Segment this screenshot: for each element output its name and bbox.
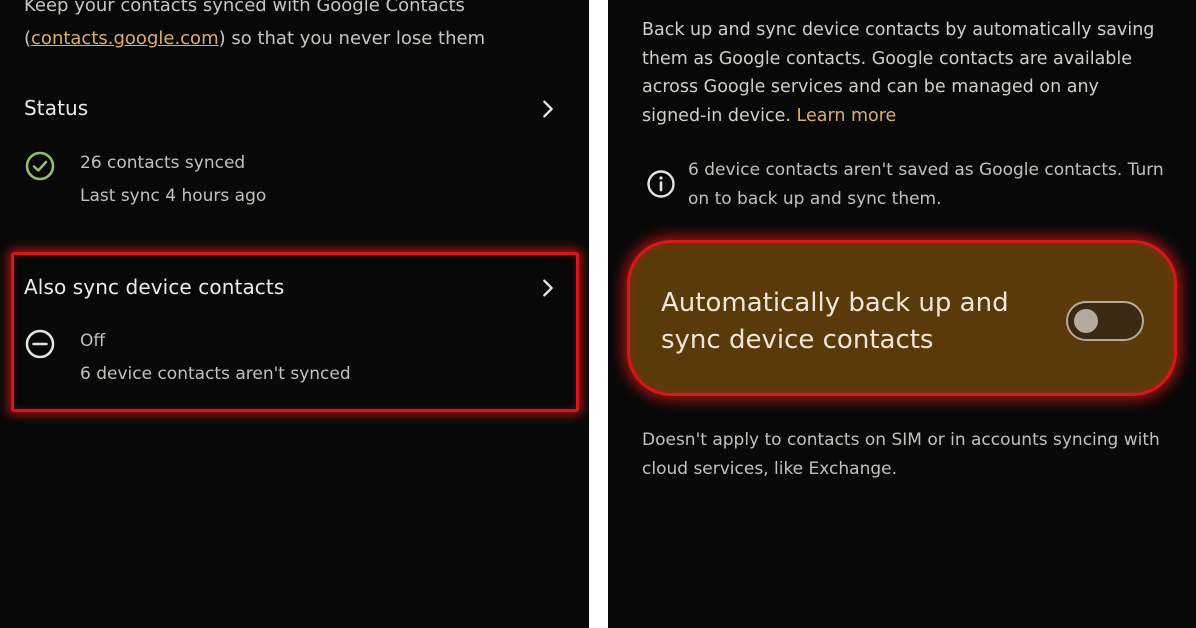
auto-backup-toggle-card[interactable]: Automatically back up and sync device co…	[627, 240, 1177, 396]
intro-open-paren: (	[24, 28, 32, 49]
synced-count: 26 contacts synced	[80, 153, 246, 173]
description-text: Back up and sync device contacts by auto…	[642, 20, 1155, 126]
device-sync-detail: 6 device contacts aren't synced	[80, 364, 351, 384]
description: Back up and sync device contacts by auto…	[642, 16, 1162, 130]
contacts-google-link[interactable]: contacts.google.com	[31, 28, 219, 49]
auto-backup-switch[interactable]	[1066, 301, 1144, 341]
switch-knob	[1074, 309, 1098, 333]
status-title: Status	[24, 96, 89, 120]
device-contacts-screen: Back up and sync device contacts by auto…	[608, 0, 1196, 628]
check-circle-icon	[25, 151, 55, 181]
device-sync-state: Off	[80, 331, 106, 351]
auto-backup-label: Automatically back up and sync device co…	[661, 288, 1009, 355]
last-sync-time: Last sync 4 hours ago	[80, 186, 267, 206]
learn-more-link[interactable]: Learn more	[797, 106, 897, 126]
intro-text: Keep your contacts synced with Google Co…	[24, 0, 564, 55]
chevron-right-icon	[543, 100, 553, 118]
intro-rest: ) so that you never lose them	[218, 28, 486, 49]
minus-circle-icon	[25, 329, 55, 359]
device-sync-title: Also sync device contacts	[24, 275, 285, 299]
info-message: 6 device contacts aren't saved as Google…	[688, 160, 1164, 209]
intro-line1: Keep your contacts synced with Google Co…	[24, 0, 465, 16]
chevron-right-icon	[543, 279, 553, 297]
footnote: Doesn't apply to contacts on SIM or in a…	[642, 430, 1160, 479]
info-icon	[647, 170, 675, 198]
sync-settings-screen: Keep your contacts synced with Google Co…	[0, 0, 589, 628]
